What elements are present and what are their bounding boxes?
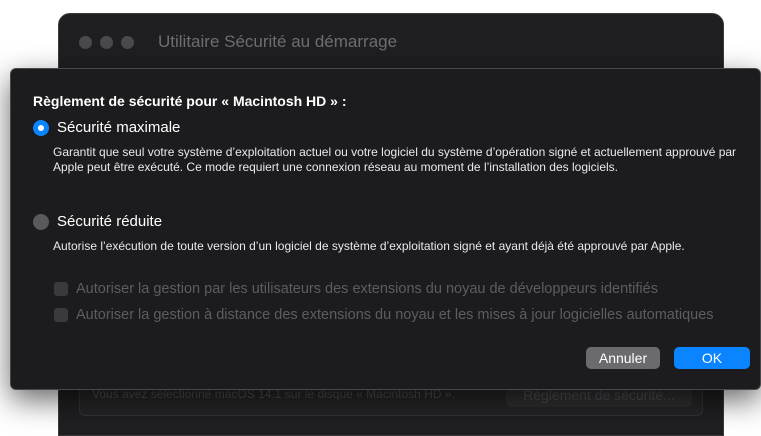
option-reduced-security-description: Autorise l’exécution de toute version d’… <box>53 239 685 253</box>
checkbox-kernel-extensions[interactable] <box>54 282 68 296</box>
option-full-security-label: Sécurité maximale <box>57 119 181 136</box>
option-reduced-security[interactable]: Sécurité réduite <box>33 213 162 230</box>
dialog-title: Règlement de sécurité pour « Macintosh H… <box>33 93 347 109</box>
close-window-button[interactable] <box>79 35 92 49</box>
radio-reduced-security[interactable] <box>33 213 49 230</box>
option-full-security-description: Garantit que seul votre système d’exploi… <box>53 145 737 174</box>
checkbox-remote-management-label: Autoriser la gestion à distance des exte… <box>76 307 714 323</box>
title-bar: Utilitaire Sécurité au démarrage <box>59 14 723 70</box>
radio-full-security[interactable] <box>33 119 49 136</box>
security-policy-dialog: Règlement de sécurité pour « Macintosh H… <box>10 68 761 390</box>
checkbox-row-kernel-extensions[interactable]: Autoriser la gestion par les utilisateur… <box>54 281 658 297</box>
option-reduced-security-label: Sécurité réduite <box>57 213 163 230</box>
cancel-button[interactable]: Annuler <box>586 347 660 369</box>
window-controls <box>79 35 134 49</box>
checkbox-remote-management[interactable] <box>54 308 68 322</box>
checkbox-row-remote-management[interactable]: Autoriser la gestion à distance des exte… <box>54 307 714 323</box>
checkbox-kernel-extensions-label: Autoriser la gestion par les utilisateur… <box>76 281 658 297</box>
window-title: Utilitaire Sécurité au démarrage <box>158 32 398 51</box>
ok-button[interactable]: OK <box>674 347 750 369</box>
zoom-window-button[interactable] <box>121 35 134 49</box>
option-full-security[interactable]: Sécurité maximale <box>33 119 180 136</box>
minimize-window-button[interactable] <box>100 35 113 49</box>
